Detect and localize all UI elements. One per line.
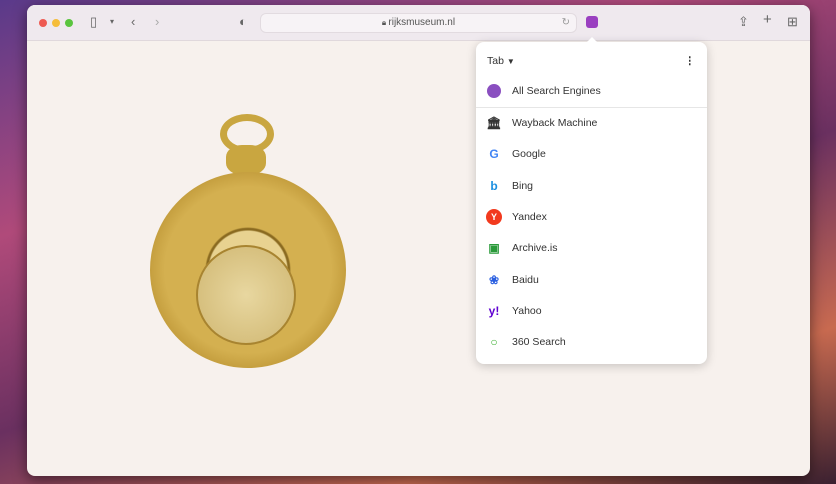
search-engine-item[interactable]: b Bing [476,171,707,201]
toolbar: ▯ ▾ ‹ › ◐ 🔒︎ rijksmuseum.nl ↻ ⇪ + ⊞ [27,5,810,41]
minimize-button[interactable] [52,19,60,27]
watch-crown [226,145,266,175]
yahoo-icon: y! [488,303,500,318]
yandex-icon: Y [486,208,502,225]
privacy-shield-icon[interactable]: ◐ [239,15,247,29]
new-tab-icon[interactable]: + [763,12,772,27]
item-label: Yahoo [512,304,542,317]
sidebar-icon[interactable]: ▯ [90,15,97,29]
search-engine-item[interactable]: ○ 360 Search [476,327,707,357]
close-button[interactable] [39,19,47,27]
more-options-icon[interactable]: ⋮ [685,55,696,67]
item-label: All Search Engines [512,85,601,97]
item-label: Baidu [512,273,539,286]
search-engine-item[interactable]: Y Yandex [476,202,707,232]
globe-icon [486,83,502,99]
archive-icon: ▣ [488,241,500,256]
item-label: Wayback Machine [512,117,598,129]
zoom-button[interactable] [65,19,73,27]
mode-dropdown[interactable]: Tab ▼ [487,55,515,67]
share-icon[interactable]: ⇪ [738,15,749,29]
all-search-engines-item[interactable]: All Search Engines [476,76,707,106]
back-icon[interactable]: ‹ [131,15,135,29]
item-label: Yandex [512,210,547,223]
item-label: Bing [512,179,534,192]
wayback-icon: 🏛︎ [486,116,502,130]
extension-icon[interactable] [586,16,598,28]
search-engine-item[interactable]: ❀ Baidu [476,265,707,295]
bing-icon: b [490,178,498,193]
caret-down-icon: ▼ [506,57,515,66]
search-engine-item[interactable]: G Google [476,139,707,169]
url-text: rijksmuseum.nl [388,17,456,28]
search-engines-popup: Tab ▼ ⋮ All Search Engines 🏛︎ Wayback Mac… [476,37,707,364]
chevron-down-icon[interactable]: ▾ [110,15,114,29]
tab-overview-icon[interactable]: ⊞ [787,15,798,29]
search-engine-item[interactable]: 🏛︎ Wayback Machine [476,108,707,138]
reload-icon[interactable]: ↻ [562,14,570,32]
search-engine-item[interactable]: y! Yahoo [476,296,707,326]
search-engine-item[interactable]: ▣ Archive.is [476,233,707,263]
item-label: Google [512,148,546,161]
forward-icon[interactable]: › [155,15,159,29]
mode-label: Tab [487,55,504,67]
item-label: 360 Search [512,336,566,349]
360-search-icon: ○ [490,335,498,350]
baidu-icon: ❀ [488,272,500,287]
google-icon: G [489,147,499,162]
address-bar[interactable]: 🔒︎ rijksmuseum.nl ↻ [260,13,577,33]
watch-dial [196,245,296,345]
item-label: Archive.is [512,242,558,255]
